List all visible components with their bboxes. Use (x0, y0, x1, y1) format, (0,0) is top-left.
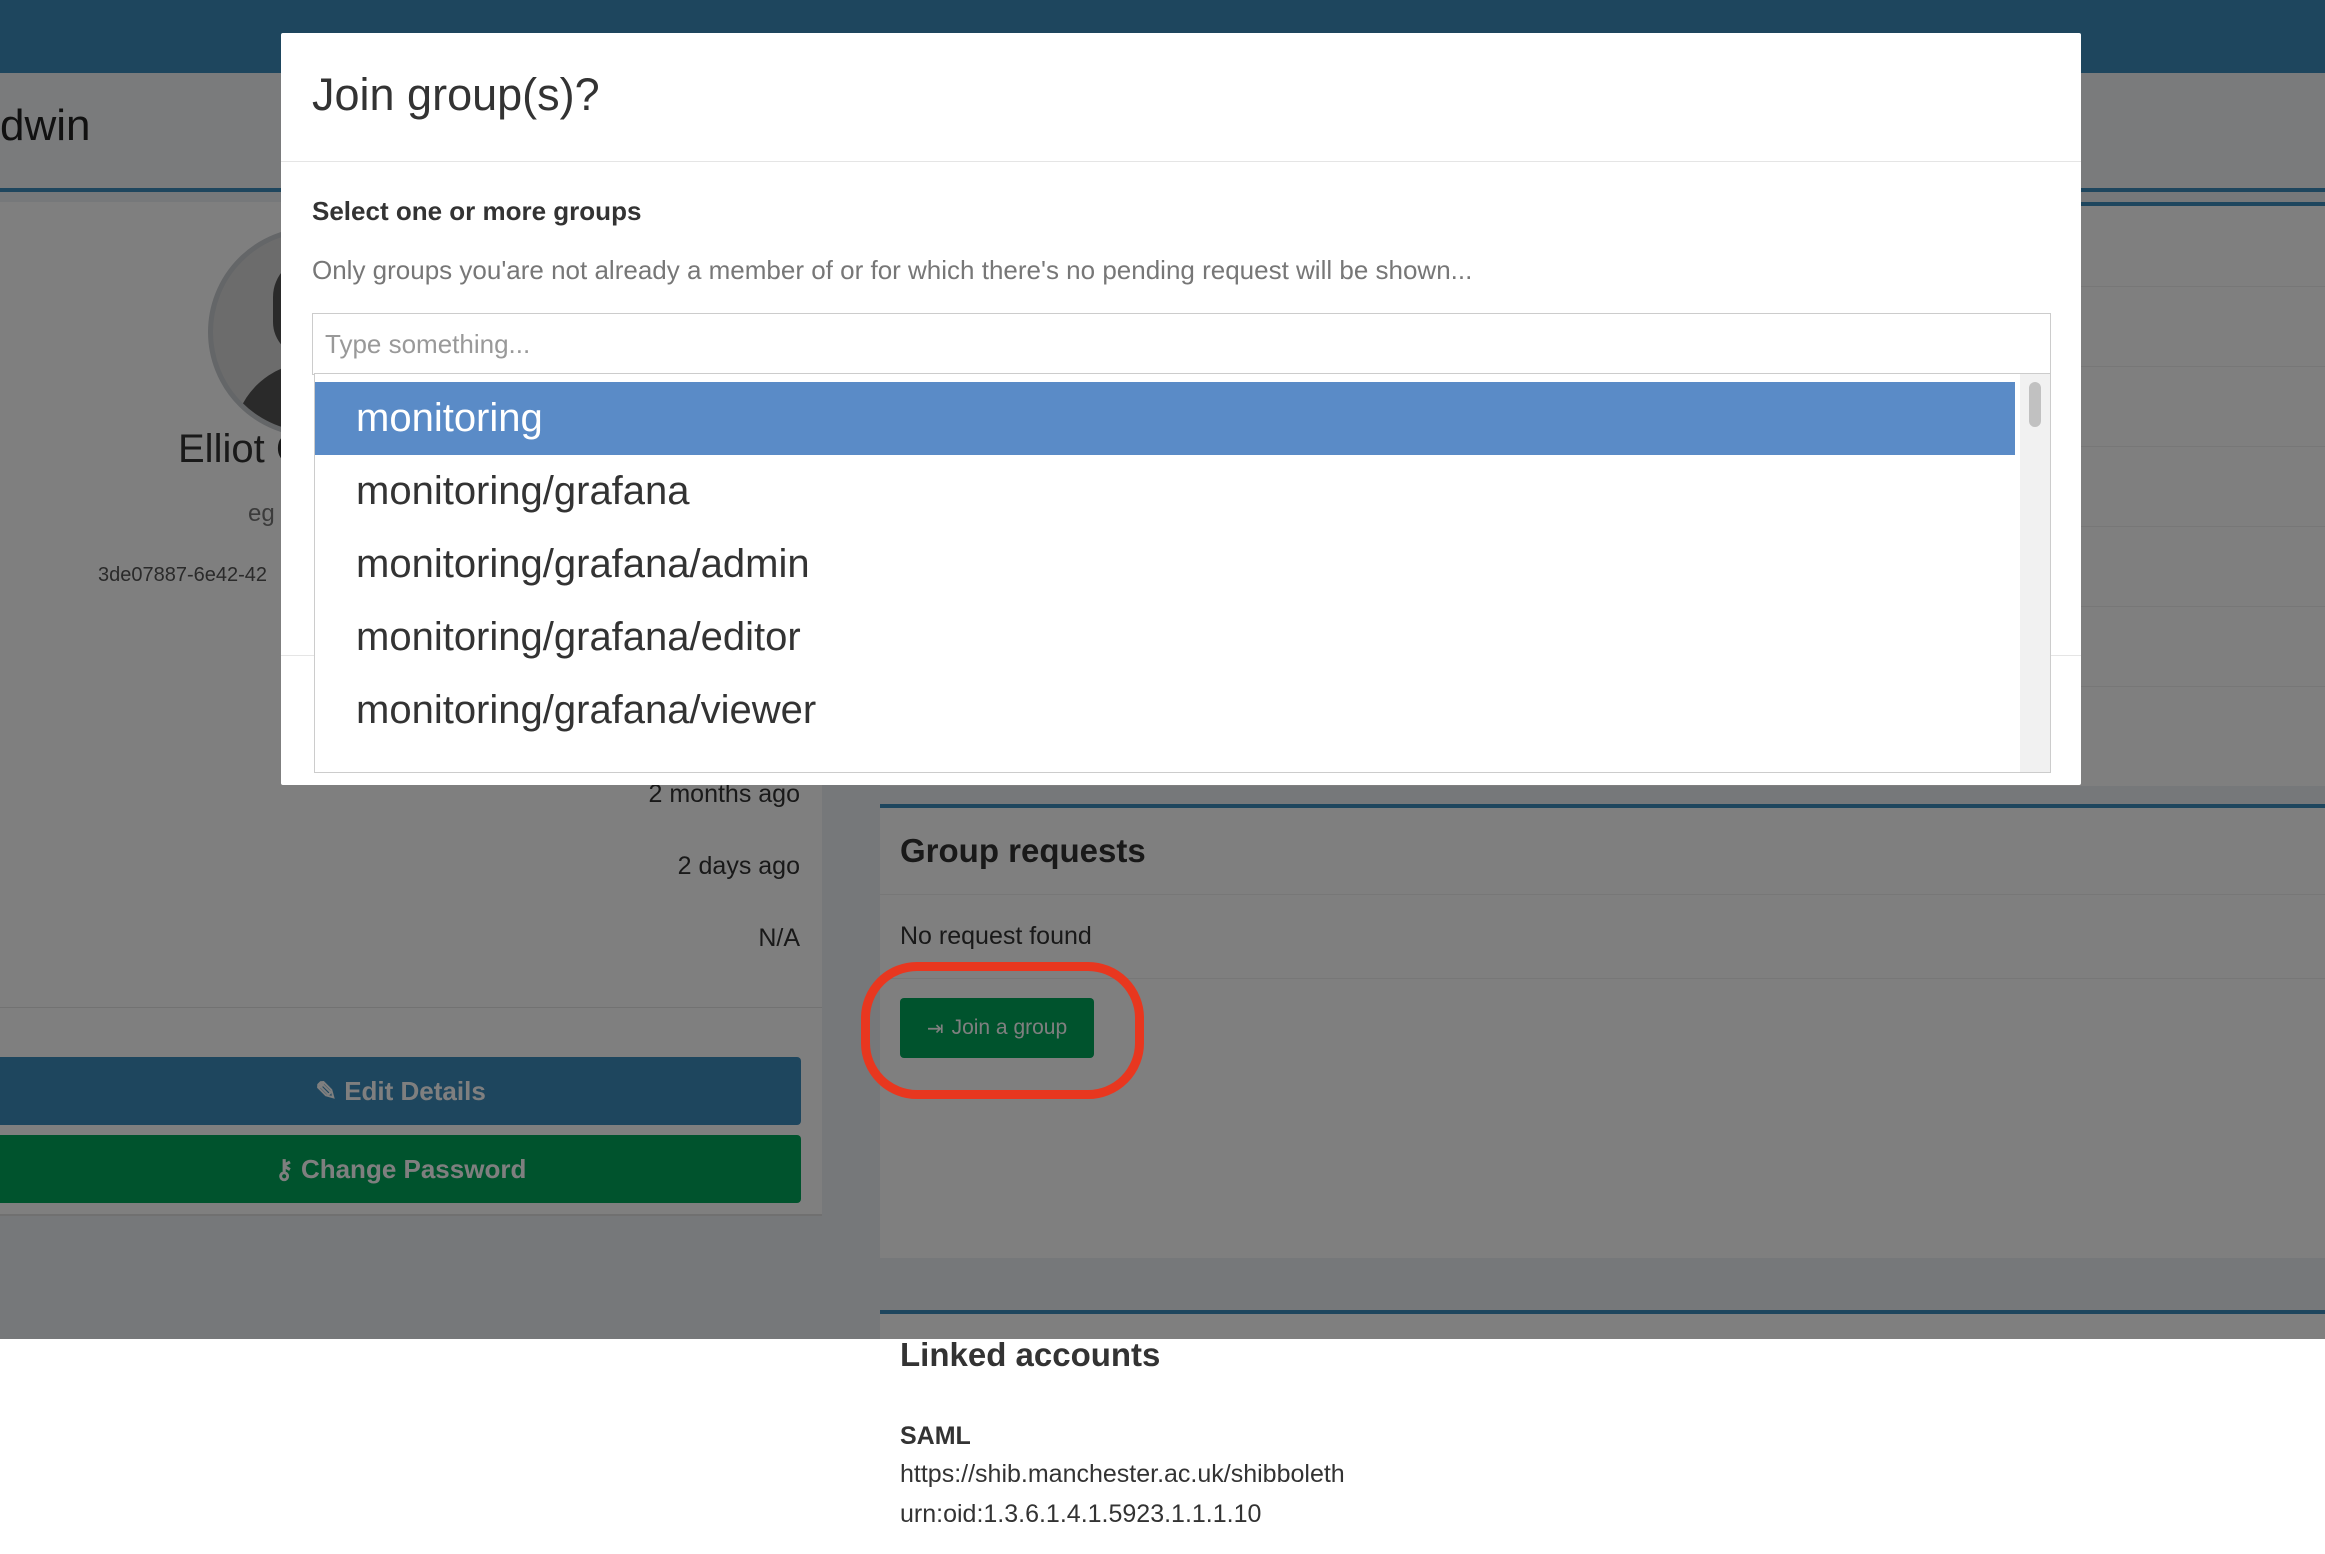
dropdown-scrollbar-thumb[interactable] (2029, 382, 2041, 427)
group-select-help-text: Only groups you'are not already a member… (312, 255, 1473, 285)
join-group-modal: Join group(s)? Select one or more groups… (281, 33, 2081, 785)
group-options-dropdown: monitoring monitoring/grafana monitoring… (314, 373, 2051, 773)
linked-accounts-box: Linked accounts SAML https://shib.manche… (880, 1310, 2325, 1554)
linked-accounts-title: Linked accounts (900, 1336, 1161, 1373)
modal-title: Join group(s)? (312, 69, 600, 120)
dropdown-scrollbar[interactable] (2020, 374, 2050, 772)
group-search-input[interactable] (312, 313, 2051, 375)
annotation-highlight-circle (861, 962, 1144, 1099)
group-option[interactable]: monitoring (315, 382, 2015, 455)
group-select-label: Select one or more groups (312, 196, 642, 226)
linked-provider-label: SAML (900, 1422, 971, 1450)
linked-attribute: urn:oid:1.3.6.1.4.1.5923.1.1.1.10 (900, 1500, 1262, 1528)
group-option[interactable]: monitoring/grafana (315, 455, 2015, 528)
modal-header: Join group(s)? (281, 33, 2081, 162)
group-option[interactable]: monitoring/grafana/viewer (315, 674, 2015, 747)
group-option[interactable]: monitoring/grafana/editor (315, 601, 2015, 674)
group-option[interactable]: monitoring/grafana/admin (315, 528, 2015, 601)
linked-issuer: https://shib.manchester.ac.uk/shibboleth (900, 1460, 1345, 1488)
